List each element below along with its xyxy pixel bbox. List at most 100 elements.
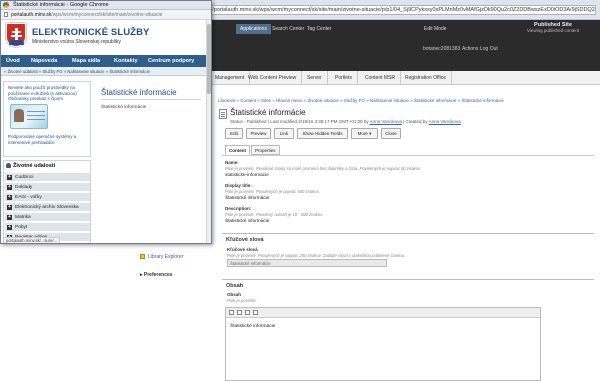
actions-menu[interactable]: Actions <box>462 46 478 52</box>
slovak-coat-of-arms-logo[interactable] <box>6 23 26 47</box>
status-text: Status - Published | Last modified 2/19/… <box>230 119 369 124</box>
expand-icon[interactable]: + <box>7 215 12 220</box>
life-event-label: Doklady <box>15 185 33 190</box>
life-event-label: Matrika <box>15 215 31 220</box>
author-link-created[interactable]: Anna Vancikova <box>429 119 461 124</box>
life-event-item[interactable]: + Pobyt <box>5 222 90 231</box>
user-name: botanec2081383 <box>423 46 461 52</box>
chrome-icon <box>3 2 9 8</box>
scrollbar-thumb[interactable] <box>207 24 211 94</box>
popup-breadcrumb: » Životné udalosti » Služby FO » Nahlase… <box>1 67 206 76</box>
url-domain: portalauth.minv.sk <box>11 12 52 18</box>
content-section-title: Obsah <box>226 283 244 289</box>
paste-icon[interactable] <box>245 310 250 315</box>
display-title-hint: Pole je povinné. Povolených je najviac 5… <box>225 189 320 194</box>
expand-icon[interactable]: + <box>7 205 12 210</box>
content-status: Status - Published | Last modified 2/19/… <box>230 119 461 124</box>
copy-icon[interactable] <box>237 310 242 315</box>
nav-centrum-podpory[interactable]: Centrum podpory <box>148 55 194 67</box>
life-event-item[interactable]: + Elektronický archív Slovenska <box>5 202 90 211</box>
expand-icon[interactable]: + <box>7 185 12 190</box>
tab-search-center[interactable]: Search Center <box>272 26 304 32</box>
title-divider <box>101 99 201 100</box>
eid-promo-box[interactable]: Neviete ako použiť prostriedky na použív… <box>3 81 91 157</box>
keywords-label: Kľúčové slová <box>227 247 258 252</box>
published-site-subtitle: Viewing published content <box>526 28 580 33</box>
nav-mapa-sidla[interactable]: Mapa sídla <box>72 55 100 67</box>
cut-icon[interactable] <box>229 310 234 315</box>
keywords-section-title: Kľúčové slová <box>226 237 264 243</box>
tab-registration-office[interactable]: Registration Office <box>400 71 453 85</box>
content-label: Obsah <box>227 292 242 297</box>
life-event-item[interactable]: + EAIS - voľby <box>5 192 90 201</box>
site-header: ELEKTRONICKÉ SLUŽBY Ministerstvo vnútra … <box>1 20 206 55</box>
popup-titlebar[interactable]: Štatistické informácie - Google Chrome <box>1 1 211 10</box>
tab-tag-center[interactable]: Tag Center <box>307 26 331 32</box>
expand-icon[interactable]: + <box>7 225 12 230</box>
popup-breadcrumb-text[interactable]: » Životné udalosti » Služby FO » Nahlase… <box>4 69 150 74</box>
author-link-modified[interactable]: Anna Vancikova <box>370 119 402 124</box>
edit-button[interactable]: Edit <box>225 128 243 139</box>
browser-status-bar: portalauth.minv.sk/...sure/... <box>3 237 61 243</box>
tab-properties[interactable]: Properties <box>251 145 280 155</box>
page-title: Štatistické informácie <box>101 88 177 97</box>
site-brand[interactable]: ELEKTRONICKÉ SLUŽBY <box>32 27 150 38</box>
nav-kontakty[interactable]: Kontakty <box>114 55 138 67</box>
preview-button[interactable]: Preview <box>246 128 271 139</box>
status-created-text: | Created by <box>403 119 428 124</box>
portal-tabs: Management Web Content Preview Server Po… <box>210 71 600 85</box>
popup-address-bar[interactable]: portalauth.minv.sk/wps/wcm/myconnect/sk/… <box>1 10 211 20</box>
content-section-header[interactable]: Obsah <box>222 279 594 289</box>
content-fields-box: Name: Pole je povinné. Povolené znaky sú… <box>222 155 594 227</box>
content-title: Štatistické informácie <box>230 108 306 117</box>
life-event-item[interactable]: + Matrika <box>5 212 90 221</box>
keywords-input[interactable]: Štatistické informácie <box>227 259 387 267</box>
popup-url[interactable]: portalauth.minv.sk/wps/wcm/myconnect/sk/… <box>11 12 162 18</box>
tab-content-msr[interactable]: Content MSR <box>360 71 402 85</box>
address-input[interactable]: http://portalauth.minv.sk/wps/wcm/myconn… <box>196 5 596 15</box>
life-events-header: Životné udalosti <box>6 163 55 169</box>
nav-uvod[interactable]: Úvod <box>6 55 20 67</box>
life-event-label: Cudzinci <box>15 175 34 180</box>
more-button[interactable]: More ▾ <box>351 128 378 139</box>
editor-toolbar <box>226 308 540 318</box>
tab-web-content-preview[interactable]: Web Content Preview <box>243 71 303 85</box>
close-button[interactable]: Close <box>381 128 401 139</box>
id-card-image <box>10 104 48 129</box>
edit-mode-toggle[interactable]: Edit Mode <box>424 26 447 32</box>
popup-browser-window: Štatistické informácie - Google Chrome p… <box>0 0 212 244</box>
tab-server[interactable]: Server <box>302 71 328 85</box>
tab-applications[interactable]: Applications <box>236 24 271 34</box>
life-event-label: EAIS - voľby <box>15 195 42 200</box>
published-site-panel[interactable]: Published Site Viewing published content <box>508 22 598 38</box>
life-event-item[interactable]: + Cudzinci <box>5 172 90 181</box>
user-bar: botanec2081383 Actions Log Out <box>210 41 600 71</box>
expand-icon[interactable]: + <box>7 195 12 200</box>
logout-link[interactable]: Log Out <box>480 46 498 52</box>
link-icon[interactable] <box>253 310 258 315</box>
url-path: /wps/wcm/myconnect/sk/site/main/zivotne-… <box>51 12 163 18</box>
editor-content[interactable]: Štatistické informácie <box>230 324 275 329</box>
name-hint: Pole je povinné. Povolené znaky sú malé … <box>225 166 421 171</box>
preferences-header[interactable]: ▸ Preferences <box>140 272 173 278</box>
popup-title: Štatistické informácie - Google Chrome <box>13 2 109 8</box>
life-event-item[interactable]: + Doklady <box>5 182 90 191</box>
document-icon <box>219 109 227 119</box>
site-ministry: Ministerstvo vnútra Slovenskej republiky <box>32 39 121 45</box>
eid-promo-text[interactable]: Neviete ako použiť prostriedky na použív… <box>8 85 88 102</box>
expand-icon[interactable]: + <box>7 175 12 180</box>
breadcrumb[interactable]: Libraries » Content » Sites » Hlavné men… <box>218 98 504 103</box>
library-explorer-link[interactable]: Library Explorer <box>148 254 183 260</box>
description-value: Štatistické informácie <box>225 218 270 223</box>
keywords-section-header[interactable]: Kľúčové slová <box>222 233 594 243</box>
display-title-value: Štatistické informácie <box>225 195 270 200</box>
supported-os-link[interactable]: Podporované operačné systémy a interneto… <box>8 134 88 145</box>
popup-scrollbar[interactable] <box>206 20 211 243</box>
tab-portlets[interactable]: Portlets <box>330 71 358 85</box>
rich-text-editor[interactable]: Štatistické informácie <box>225 307 541 381</box>
show-hidden-fields-button[interactable]: Show Hidden Fields <box>297 128 348 139</box>
person-icon <box>6 163 11 168</box>
nav-napoveda[interactable]: Nápoveda <box>31 55 57 67</box>
link-button[interactable]: Link <box>274 128 294 139</box>
tab-content[interactable]: Content <box>225 145 250 155</box>
